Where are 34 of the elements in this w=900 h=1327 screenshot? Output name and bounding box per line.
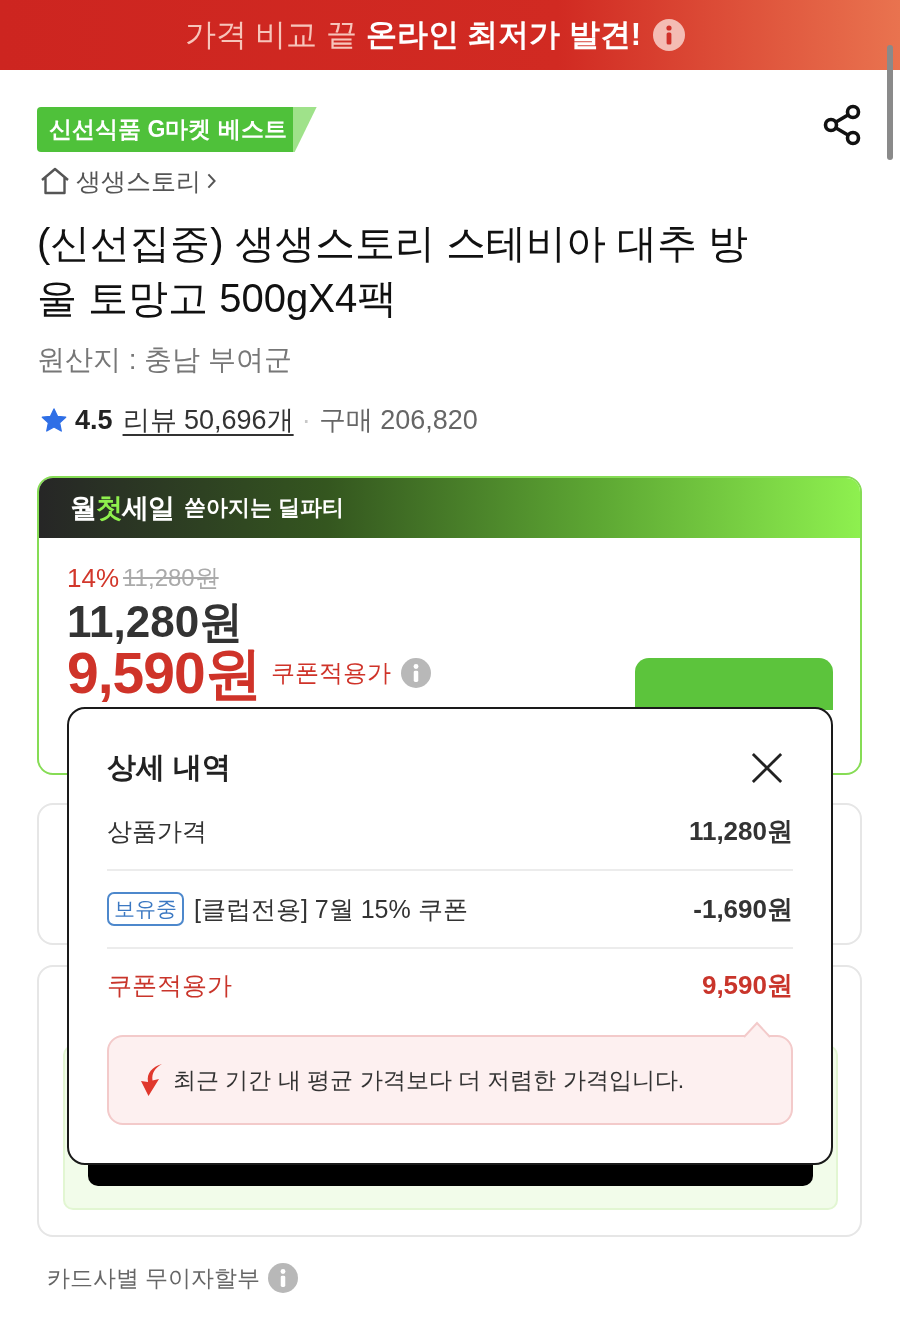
separator: · [301,404,311,436]
coupon-price-label: 쿠폰적용가 [270,658,391,688]
line-amount: -1,690원 [693,892,793,926]
coupon-price: 9,590원 [67,646,261,700]
home-icon[interactable] [40,167,70,195]
share-icon[interactable] [822,104,862,146]
close-icon[interactable] [751,752,783,784]
line-amount: 9,590원 [701,968,793,1002]
line-amount: 11,280원 [688,814,793,848]
star-icon [41,407,67,433]
line-label: [클럽전용] 7월 15% 쿠폰 [194,893,468,925]
category-badge: 신선식품 G마켓 베스트 [37,107,317,152]
installment-label: 카드사별 무이자할부 [47,1263,261,1293]
popup-title: 상세 내역 [107,750,232,785]
origin-text: 원산지 : 충남 부여군 [37,343,294,377]
line-label: 쿠폰적용가 [107,969,232,1001]
rating-score: 4.5 [75,404,113,436]
deal-tagline: 쏟아지는 딜파티 [184,494,345,522]
sale-price: 11,280원 [67,597,244,646]
chevron-icon [207,173,216,189]
line-label: 상품가격 [107,815,207,847]
info-icon[interactable] [653,19,686,51]
discount-rate: 14% [67,562,120,594]
store-link[interactable]: 생생스토리 [76,164,201,198]
scrollbar[interactable] [887,45,893,160]
note-text: 최근 기간 내 평균 가격보다 더 저렴한 가격입니다. [173,1065,685,1095]
owned-tag: 보유중 [107,892,184,926]
coupon-button[interactable] [635,658,833,710]
banner-text: 가격 비교 끝 온라인 최저가 발견! [184,16,642,54]
original-price: 11,280원 [123,563,219,593]
sale-logo: 월첫세일 [70,492,174,525]
purchase-count: 구매 206,820 [318,404,478,437]
product-title: (신선집중) 생생스토리 스테비아 대추 방울 토망고 500gX4팩 [37,220,750,322]
reviews-link[interactable]: 리뷰 50,696개 [122,402,294,438]
